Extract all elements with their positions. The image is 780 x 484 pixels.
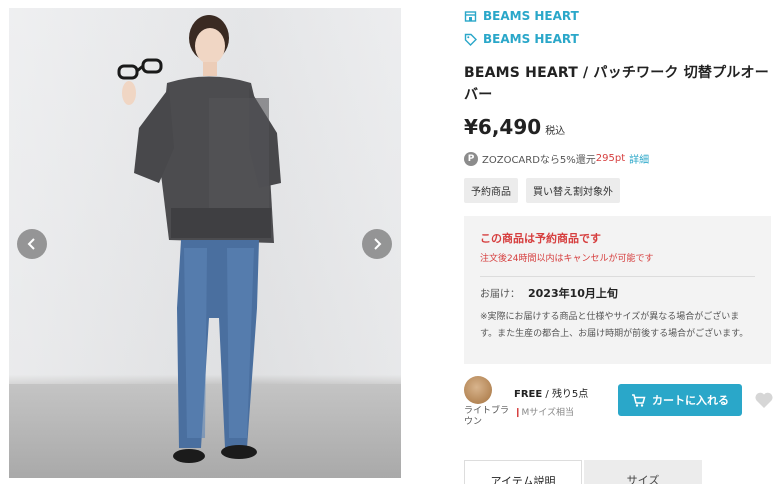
add-to-cart-label: カートに入れる bbox=[652, 394, 729, 407]
cart-icon bbox=[632, 393, 646, 407]
brand-link-label: BEAMS HEART bbox=[483, 32, 579, 46]
points-info: P ZOZOCARDなら 5%還元 295pt 詳細 bbox=[464, 151, 649, 166]
tab-size[interactable]: サイズ bbox=[584, 460, 702, 484]
tab-item-description[interactable]: アイテム説明 bbox=[464, 460, 582, 484]
price-amount: ¥6,490 bbox=[464, 115, 542, 139]
points-icon: P bbox=[464, 151, 478, 166]
size-stock: FREE / 残り5点 bbox=[514, 389, 589, 400]
detail-tabs: アイテム説明 サイズ bbox=[464, 460, 702, 484]
price-block: ¥6,490 税込 bbox=[464, 115, 565, 139]
chevron-left-icon bbox=[27, 238, 35, 250]
notice-subtitle: 注文後24時間以内はキャンセルが可能です bbox=[480, 254, 654, 264]
gallery-next-button[interactable] bbox=[362, 229, 392, 259]
delivery-label: お届け： bbox=[480, 289, 520, 300]
chevron-right-icon bbox=[374, 238, 382, 250]
fit-label: Mサイズ相当 bbox=[521, 408, 575, 418]
tag-preorder: 予約商品 bbox=[464, 178, 518, 203]
gallery-prev-button[interactable] bbox=[17, 229, 47, 259]
tag-icon bbox=[464, 33, 477, 46]
notice-note: ※実際にお届けする商品と仕様やサイズが異なる場合がございます。また生産の都合上、… bbox=[480, 312, 749, 339]
stock-label: 残り5点 bbox=[551, 389, 589, 400]
delivery-info: お届け： 2023年10月上旬 bbox=[480, 285, 755, 301]
points-detail-link[interactable]: 詳細 bbox=[629, 151, 649, 166]
points-value: 295pt bbox=[595, 153, 626, 164]
notice-title: この商品は予約商品です bbox=[480, 232, 601, 245]
delivery-value: 2023年10月上旬 bbox=[528, 287, 618, 300]
points-rate: 5%還元 bbox=[559, 155, 596, 166]
tag-list: 予約商品 買い替え割対象外 bbox=[464, 178, 620, 203]
size-label: FREE bbox=[514, 389, 543, 400]
color-name: ライトブラウン bbox=[464, 406, 510, 427]
model-illustration bbox=[117, 15, 281, 463]
add-to-cart-button[interactable]: カートに入れる bbox=[618, 384, 742, 416]
tag-tradein-excluded: 買い替え割対象外 bbox=[526, 178, 620, 203]
shop-link[interactable]: BEAMS HEART bbox=[464, 9, 579, 23]
shop-link-label: BEAMS HEART bbox=[483, 9, 579, 23]
product-title: BEAMS HEART / パッチワーク 切替プルオーバー bbox=[464, 65, 769, 103]
tax-label: 税込 bbox=[545, 126, 566, 137]
notice-divider bbox=[480, 276, 755, 277]
points-prefix: ZOZOCARDなら bbox=[482, 155, 560, 166]
preorder-notice: この商品は予約商品です 注文後24時間以内はキャンセルが可能です お届け： 20… bbox=[464, 216, 771, 364]
heart-icon[interactable] bbox=[754, 391, 774, 409]
store-icon bbox=[464, 10, 477, 22]
pin-icon: ❙ bbox=[514, 408, 522, 418]
color-swatch[interactable] bbox=[464, 376, 492, 404]
product-image[interactable] bbox=[9, 8, 401, 478]
brand-link[interactable]: BEAMS HEART bbox=[464, 32, 579, 46]
fit-info: ❙Mサイズ相当 bbox=[514, 405, 574, 418]
sku-row: ライトブラウン FREE / 残り5点 ❙Mサイズ相当 カートに入れる bbox=[464, 375, 780, 430]
